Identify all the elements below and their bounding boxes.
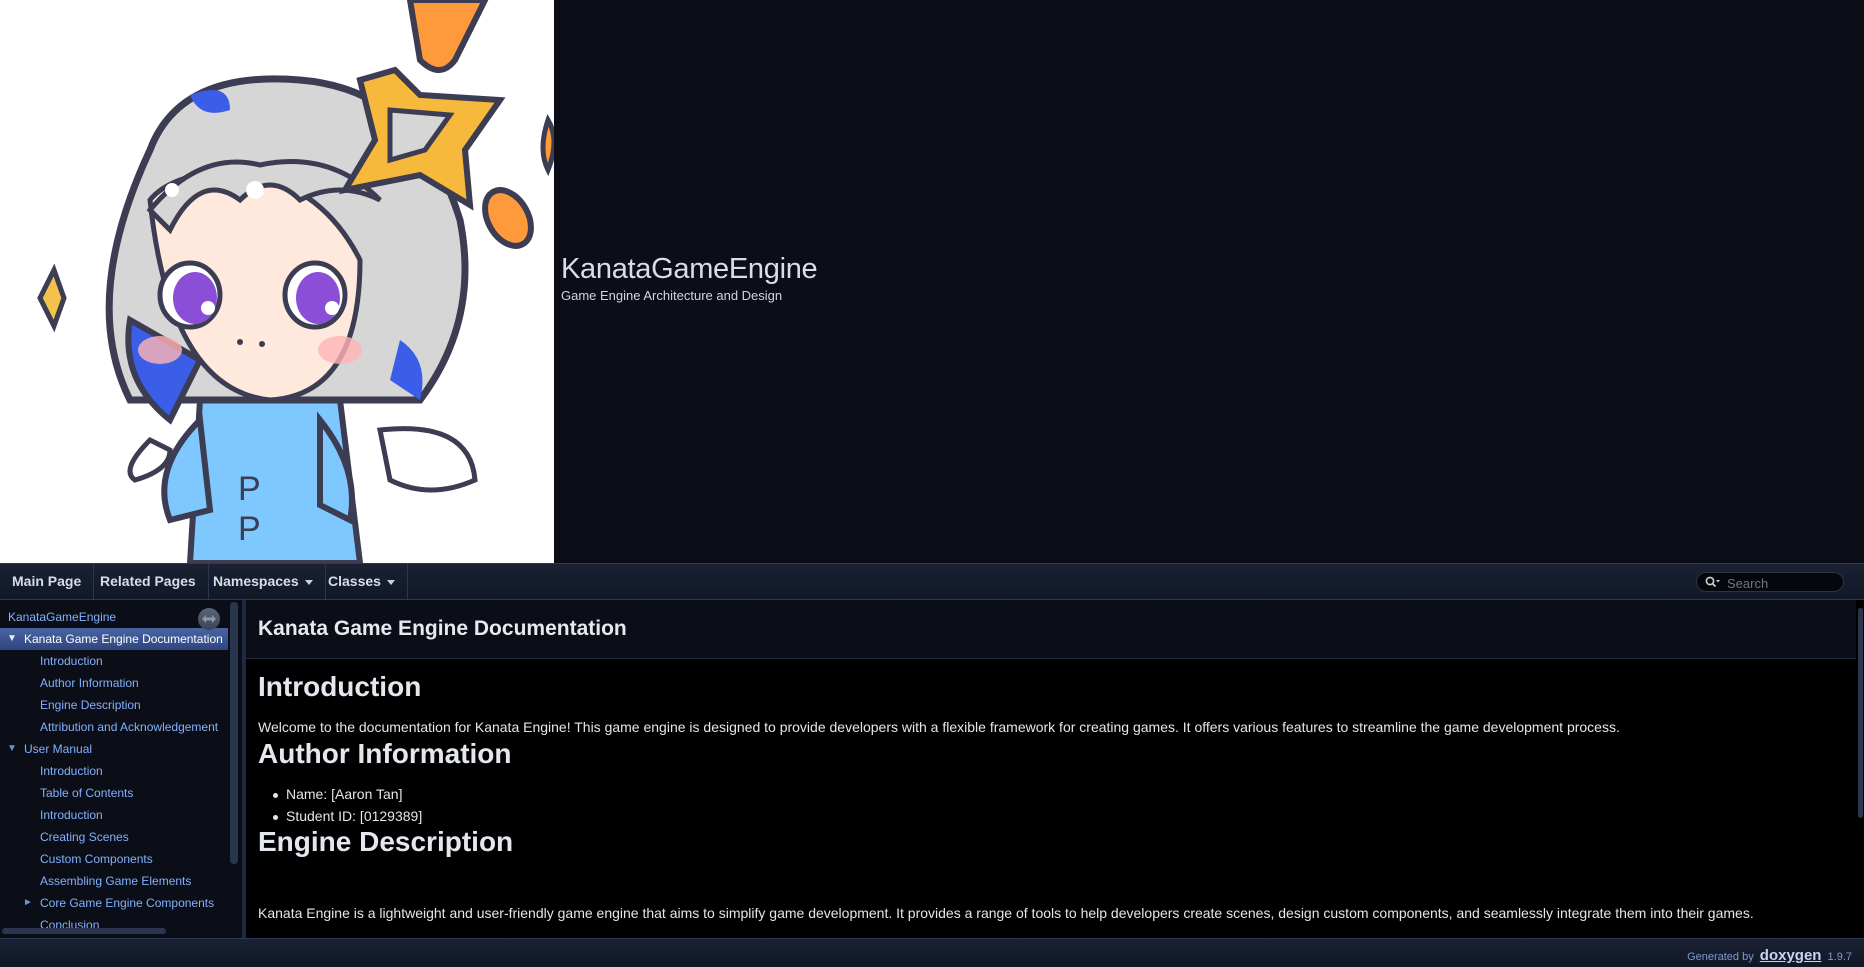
generated-by-label: Generated by — [1687, 951, 1754, 963]
svg-text:P: P — [238, 510, 261, 548]
nav-related-pages[interactable]: Related Pages — [88, 564, 209, 599]
tree-item-label: Author Information — [40, 676, 139, 690]
chevron-down-icon — [386, 579, 395, 585]
tree-item-custom-components[interactable]: Custom Components — [0, 848, 228, 870]
project-brief: Game Engine Architecture and Design — [561, 288, 783, 303]
tree-item-label: Introduction — [40, 808, 103, 822]
introduction-text: Welcome to the documentation for Kanata … — [258, 719, 1620, 735]
search-input[interactable] — [1725, 574, 1841, 592]
tree-item-label: Table of Contents — [40, 786, 134, 800]
tree-item-engine-description[interactable]: Engine Description — [0, 694, 228, 716]
doc-content: Kanata Game Engine Documentation Introdu… — [246, 600, 1864, 938]
doxygen-version: 1.9.7 — [1827, 951, 1852, 963]
side-nav: KanataGameEngine ▼ Kanata Game Engine Do… — [0, 600, 242, 938]
engine-description-text: Kanata Engine is a lightweight and user-… — [258, 905, 1754, 921]
chevron-down-icon — [304, 579, 313, 585]
page-title: Kanata Game Engine Documentation — [258, 617, 627, 640]
heading-introduction: Introduction — [258, 671, 422, 702]
tree-item-creating-scenes[interactable]: Creating Scenes — [0, 826, 228, 848]
list-item: Student ID: [0129389] — [272, 808, 423, 824]
sync-arrows-icon — [202, 615, 216, 623]
tree-item-manual-introduction[interactable]: Introduction — [0, 760, 228, 782]
search-icon[interactable] — [1705, 576, 1721, 589]
triangle-right-icon[interactable]: ► — [23, 892, 33, 914]
nav-namespaces-label: Namespaces — [213, 573, 299, 589]
sidebar-horizontal-scrollbar[interactable] — [2, 928, 166, 934]
tree-item-label: Introduction — [40, 764, 103, 778]
tree-item-author-information[interactable]: Author Information — [0, 672, 228, 694]
footer: Generated by doxygen 1.9.7 — [1687, 947, 1852, 964]
heading-engine-description: Engine Description — [258, 826, 514, 857]
title-area: P P KanataGameEngine Game Engine Archite… — [0, 0, 1864, 563]
list-item: Name: [Aaron Tan] — [272, 786, 403, 802]
mascot-illustration: P P — [37, 0, 554, 563]
heading-author-information: Author Information — [258, 738, 512, 769]
tree-item-root[interactable]: KanataGameEngine — [0, 606, 228, 628]
sync-toggle-button[interactable] — [198, 608, 220, 630]
nav-main-page[interactable]: Main Page — [0, 564, 95, 599]
tree-item-label: Custom Components — [40, 852, 153, 866]
tree-item-label: Core Game Engine Components — [40, 896, 215, 910]
page-header: Kanata Game Engine Documentation — [246, 600, 1856, 659]
project-name: KanataGameEngine — [561, 253, 818, 285]
tree-item-documentation[interactable]: ▼ Kanata Game Engine Documentation — [0, 628, 228, 650]
tree-item-attribution[interactable]: Attribution and Acknowledgement — [0, 716, 228, 738]
nav-related-pages-label: Related Pages — [100, 573, 196, 589]
tree-item-label: Kanata Game Engine Documentation — [24, 632, 223, 646]
nav-classes[interactable]: Classes — [316, 564, 408, 599]
content-vertical-scrollbar[interactable] — [1858, 608, 1863, 818]
tree-item-label: Attribution and Acknowledgement — [40, 720, 219, 734]
main-nav: Main Page Related Pages Namespaces Class… — [0, 563, 1864, 600]
tree-item-label: Engine Description — [40, 698, 141, 712]
tree-item-assembling-game-elements[interactable]: Assembling Game Elements — [0, 870, 228, 892]
triangle-down-icon[interactable]: ▼ — [7, 738, 17, 760]
nav-classes-label: Classes — [328, 573, 381, 589]
tree-item-introduction-2[interactable]: Introduction — [0, 804, 228, 826]
svg-text:P: P — [238, 470, 261, 508]
sidebar-vertical-scrollbar[interactable] — [230, 602, 238, 864]
nav-namespaces[interactable]: Namespaces — [201, 564, 326, 599]
footer-bar: Generated by doxygen 1.9.7 — [0, 938, 1864, 967]
tree-item-label: KanataGameEngine — [8, 610, 117, 624]
search-box — [1696, 572, 1844, 592]
nav-tree: KanataGameEngine ▼ Kanata Game Engine Do… — [0, 600, 228, 934]
nav-main-page-label: Main Page — [12, 573, 82, 589]
triangle-down-icon[interactable]: ▼ — [7, 628, 17, 650]
tree-item-label: Creating Scenes — [40, 830, 129, 844]
tree-item-table-of-contents[interactable]: Table of Contents — [0, 782, 228, 804]
tree-item-label: Assembling Game Elements — [40, 874, 192, 888]
tree-item-core-components[interactable]: ► Core Game Engine Components — [0, 892, 228, 914]
project-logo: P P — [0, 0, 554, 563]
tree-item-label: Introduction — [40, 654, 103, 668]
tree-item-introduction[interactable]: Introduction — [0, 650, 228, 672]
tree-item-user-manual[interactable]: ▼ User Manual — [0, 738, 228, 760]
tree-item-label: User Manual — [24, 742, 93, 756]
doxygen-link[interactable]: doxygen — [1760, 947, 1822, 964]
